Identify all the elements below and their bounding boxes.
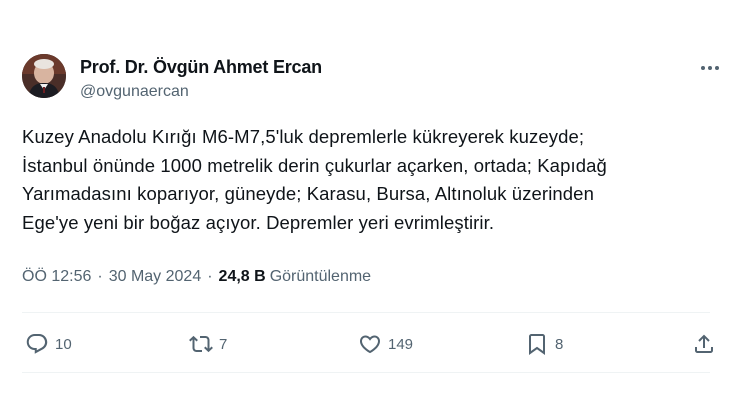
repost-button[interactable]: 7 [189,328,227,360]
share-button[interactable] [692,328,716,360]
tweet-time[interactable]: ÖÖ 12:56 [22,268,91,286]
meta-separator: · [207,268,213,285]
like-count: 149 [388,335,414,353]
avatar-image [22,54,66,98]
reply-button[interactable]: 10 [25,328,72,360]
bookmark-icon [529,334,545,355]
author-name[interactable]: Prof. Dr. Övgün Ahmet Ercan [80,57,322,78]
repost-icon [189,335,213,353]
tweet: Prof. Dr. Övgün Ahmet Ercan @ovgunaercan… [0,0,730,420]
more-button[interactable] [694,56,726,80]
action-bar: 10 7 149 8 [0,328,730,360]
views-count[interactable]: 24,8 B [219,268,266,286]
tweet-text: Kuzey Anadolu Kırığı M6-M7,5'luk depreml… [22,126,607,233]
bookmark-button[interactable]: 8 [525,328,563,360]
views-label[interactable]: Görüntülenme [270,268,371,286]
author-handle[interactable]: @ovgunaercan [80,83,189,101]
tweet-date[interactable]: 30 May 2024 [109,268,202,286]
meta-separator: · [97,268,103,285]
reply-icon [26,334,48,354]
divider [22,312,710,313]
avatar[interactable] [22,54,66,98]
divider [22,372,710,373]
like-button[interactable]: 149 [358,328,413,360]
bookmark-count: 8 [555,335,564,353]
more-horizontal-icon [701,66,719,70]
share-icon [695,334,713,353]
heart-icon [359,335,381,354]
reply-count: 10 [55,335,72,353]
tweet-meta: ÖÖ 12:56 · 30 May 2024 · 24,8 B Görüntül… [22,268,371,286]
repost-count: 7 [219,335,228,353]
